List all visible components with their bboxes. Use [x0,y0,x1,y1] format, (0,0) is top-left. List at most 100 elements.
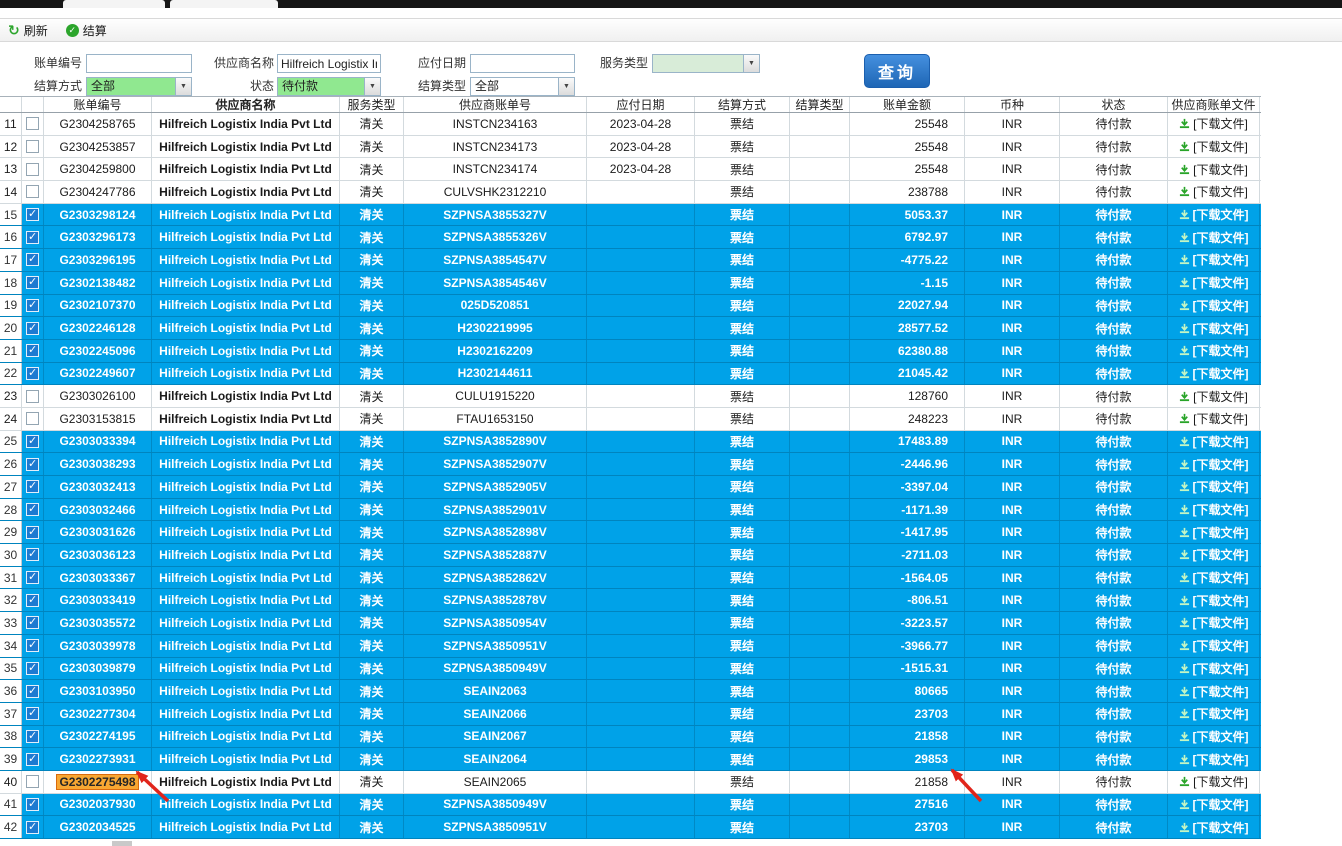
row-checkbox[interactable] [26,525,39,539]
table-row[interactable]: 15 G2303298124Hilfreich Logistix India Pv… [0,203,1261,227]
row-checkbox[interactable] [26,276,39,290]
table-row[interactable]: 12 G2304253857 Hilfreich Logistix India Pv… [0,135,1261,159]
row-checkbox[interactable] [26,389,39,403]
table-row[interactable]: 27 G2303032413Hilfreich Logistix India Pv… [0,476,1261,499]
download-link[interactable]: [下载文件] [1179,614,1249,631]
row-checkbox[interactable] [26,208,39,222]
table-row[interactable]: 39 G2302273931Hilfreich Logistix India Pv… [0,748,1261,771]
download-link[interactable]: [下载文件] [1179,342,1249,359]
column-header[interactable]: 服务类型 [340,97,404,112]
table-row[interactable]: 35 G2303039879Hilfreich Logistix India Pv… [0,657,1261,681]
download-link[interactable]: [下载文件] [1179,637,1249,654]
table-row[interactable]: 41 G2302037930Hilfreich Logistix India Pv… [0,793,1261,817]
download-link[interactable]: [下载文件] [1179,751,1249,768]
table-row[interactable]: 34 G2303039978Hilfreich Logistix India Pv… [0,634,1261,658]
row-checkbox[interactable] [26,366,39,380]
table-row[interactable]: 25 G2303033394Hilfreich Logistix India Pv… [0,430,1261,454]
browser-tab[interactable] [63,0,165,8]
row-checkbox[interactable] [26,457,39,471]
download-link[interactable]: [下载文件] [1179,456,1249,473]
row-checkbox[interactable] [26,253,39,267]
row-checkbox[interactable] [26,412,39,426]
column-header[interactable]: 币种 [965,97,1060,112]
settle-button[interactable]: ✓ 结算 [65,22,107,39]
row-checkbox[interactable] [26,707,39,721]
settle-type-select[interactable]: 全部 ▼ [470,77,575,96]
download-link[interactable]: [下载文件] [1179,115,1248,132]
row-checkbox[interactable] [26,571,39,585]
row-checkbox[interactable] [26,684,39,698]
table-row[interactable]: 18 G2302138482Hilfreich Logistix India Pv… [0,271,1261,295]
row-checkbox[interactable] [26,162,39,176]
table-row[interactable]: 22 G2302249607Hilfreich Logistix India Pv… [0,362,1261,386]
download-link[interactable]: [下载文件] [1179,592,1249,609]
download-link[interactable]: [下载文件] [1179,569,1249,586]
column-header[interactable]: 供应商账单号 [404,97,587,112]
download-link[interactable]: [下载文件] [1179,501,1249,518]
download-link[interactable]: [下载文件] [1179,728,1249,745]
table-row[interactable]: 29 G2303031626Hilfreich Logistix India Pv… [0,521,1261,545]
table-row[interactable]: 16 G2303296173Hilfreich Logistix India Pv… [0,226,1261,250]
row-checkbox[interactable] [26,639,39,653]
table-row[interactable]: 21 G2302245096Hilfreich Logistix India Pv… [0,339,1261,363]
scrollbar-thumb[interactable] [112,841,132,846]
row-checkbox[interactable] [26,480,39,494]
due-date-input[interactable] [470,54,575,73]
row-checkbox[interactable] [26,729,39,743]
table-row[interactable]: 32 G2303033419Hilfreich Logistix India Pv… [0,589,1261,613]
download-link[interactable]: [下载文件] [1179,365,1249,382]
column-header[interactable]: 状态 [1060,97,1168,112]
download-link[interactable]: [下载文件] [1179,161,1248,178]
row-checkbox[interactable] [26,797,39,811]
download-link[interactable]: [下载文件] [1179,660,1249,677]
row-checkbox[interactable] [26,548,39,562]
download-link[interactable]: [下载文件] [1179,433,1249,450]
refresh-button[interactable]: ↻ 刷新 [8,22,48,39]
download-link[interactable]: [下载文件] [1179,546,1249,563]
table-row[interactable]: 38 G2302274195Hilfreich Logistix India Pv… [0,725,1261,749]
download-link[interactable]: [下载文件] [1179,388,1248,405]
table-row[interactable]: 19 G2302107370Hilfreich Logistix India Pv… [0,294,1261,318]
column-header[interactable]: 结算方式 [695,97,790,112]
download-link[interactable]: [下载文件] [1179,705,1249,722]
row-checkbox[interactable] [26,820,39,834]
table-row[interactable]: 40 G2302275498 Hilfreich Logistix India Pv… [0,770,1261,794]
download-link[interactable]: [下载文件] [1179,773,1248,790]
supplier-name-input[interactable] [277,54,381,73]
row-checkbox[interactable] [26,185,39,199]
download-link[interactable]: [下载文件] [1179,796,1249,813]
table-row[interactable]: 42 G2302034525Hilfreich Logistix India Pv… [0,816,1261,839]
download-link[interactable]: [下载文件] [1179,524,1249,541]
table-row[interactable]: 37 G2302277304Hilfreich Logistix India Pv… [0,702,1261,726]
column-header[interactable]: 供应商账单文件 [1168,97,1260,112]
column-header[interactable]: 应付日期 [587,97,695,112]
download-link[interactable]: [下载文件] [1179,138,1248,155]
service-type-select[interactable]: ▼ [652,54,760,73]
row-checkbox[interactable] [26,230,39,244]
row-checkbox[interactable] [26,434,39,448]
table-row[interactable]: 20 G2302246128Hilfreich Logistix India Pv… [0,317,1261,340]
table-row[interactable]: 14 G2304247786 Hilfreich Logistix India Pv… [0,181,1261,204]
table-row[interactable]: 36 G2303103950Hilfreich Logistix India Pv… [0,680,1261,703]
row-checkbox[interactable] [26,661,39,675]
row-checkbox[interactable] [26,752,39,766]
table-row[interactable]: 13 G2304259800 Hilfreich Logistix India Pv… [0,158,1261,182]
table-row[interactable]: 24 G2303153815 Hilfreich Logistix India Pv… [0,407,1261,431]
table-row[interactable]: 33 G2303035572Hilfreich Logistix India Pv… [0,612,1261,635]
row-checkbox[interactable] [26,344,39,358]
bill-no-input[interactable] [86,54,192,73]
row-checkbox[interactable] [26,140,39,154]
table-row[interactable]: 17 G2303296195Hilfreich Logistix India Pv… [0,249,1261,272]
download-link[interactable]: [下载文件] [1179,683,1249,700]
column-header[interactable]: 供应商名称 [152,97,340,112]
browser-tab-active[interactable] [170,0,278,8]
table-row[interactable]: 28 G2303032466Hilfreich Logistix India Pv… [0,498,1261,522]
column-header[interactable]: 账单编号 [44,97,152,112]
download-link[interactable]: [下载文件] [1179,274,1249,291]
download-link[interactable]: [下载文件] [1179,251,1249,268]
status-select[interactable]: 待付款 ▼ [277,77,381,96]
row-checkbox[interactable] [26,616,39,630]
download-link[interactable]: [下载文件] [1179,229,1249,246]
row-checkbox[interactable] [26,775,39,789]
table-row[interactable]: 26 G2303038293Hilfreich Logistix India Pv… [0,453,1261,476]
